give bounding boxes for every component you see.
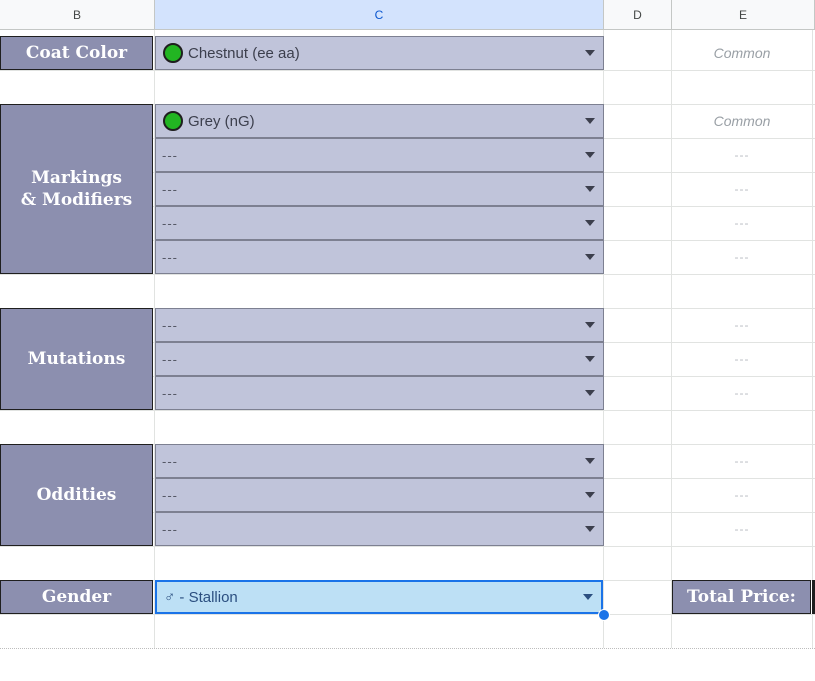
- fill-handle[interactable]: [598, 609, 610, 621]
- coat-color-dropdown[interactable]: Chestnut (ee aa): [155, 36, 604, 70]
- dropdown-value: ---: [162, 147, 178, 163]
- dropdown-value: ---: [162, 521, 178, 537]
- mutations-dropdown-3[interactable]: ---: [155, 376, 604, 410]
- rarity-cell: ---: [734, 386, 750, 400]
- gender-dropdown[interactable]: ♂ - Stallion: [155, 580, 603, 614]
- dropdown-value: ---: [162, 249, 178, 265]
- markings-dropdown-1[interactable]: Grey (nG): [155, 104, 604, 138]
- dropdown-value: ---: [162, 215, 178, 231]
- oddities-label: Oddities: [0, 444, 153, 546]
- dropdown-arrow-icon[interactable]: [585, 322, 595, 328]
- rarity-cell: Common: [713, 45, 771, 61]
- rarity-cell: Common: [713, 113, 771, 129]
- dropdown-arrow-icon[interactable]: [585, 50, 595, 56]
- rarity-cell: ---: [734, 454, 750, 468]
- markings-dropdown-4[interactable]: ---: [155, 206, 604, 240]
- column-header-e[interactable]: E: [672, 0, 815, 30]
- rarity-cell: ---: [734, 352, 750, 366]
- mutations-dropdown-2[interactable]: ---: [155, 342, 604, 376]
- dropdown-value: ---: [162, 385, 178, 401]
- dropdown-arrow-icon[interactable]: [585, 356, 595, 362]
- dropdown-value: ---: [162, 453, 178, 469]
- dropdown-arrow-icon[interactable]: [585, 458, 595, 464]
- dropdown-arrow-icon[interactable]: [585, 118, 595, 124]
- mutations-dropdown-1[interactable]: ---: [155, 308, 604, 342]
- oddities-dropdown-1[interactable]: ---: [155, 444, 604, 478]
- gender-label: Gender: [0, 580, 153, 614]
- status-dot-icon: [163, 43, 183, 63]
- dropdown-value: ---: [162, 181, 178, 197]
- dropdown-value: Grey (nG): [188, 112, 255, 130]
- column-header-b[interactable]: B: [0, 0, 155, 30]
- markings-dropdown-3[interactable]: ---: [155, 172, 604, 206]
- dropdown-arrow-icon[interactable]: [585, 220, 595, 226]
- rarity-cell: ---: [734, 318, 750, 332]
- markings-dropdown-2[interactable]: ---: [155, 138, 604, 172]
- rarity-cell: ---: [734, 522, 750, 536]
- dropdown-arrow-icon[interactable]: [583, 594, 593, 600]
- mutations-label: Mutations: [0, 308, 153, 410]
- dropdown-value: ---: [162, 351, 178, 367]
- total-price-label: Total Price:: [672, 580, 811, 614]
- dropdown-arrow-icon[interactable]: [585, 492, 595, 498]
- rarity-cell: ---: [734, 488, 750, 502]
- dropdown-arrow-icon[interactable]: [585, 254, 595, 260]
- column-header-c[interactable]: C: [155, 0, 604, 30]
- rarity-cell: ---: [734, 216, 750, 230]
- dropdown-arrow-icon[interactable]: [585, 186, 595, 192]
- oddities-dropdown-3[interactable]: ---: [155, 512, 604, 546]
- dropdown-value: Chestnut (ee aa): [188, 44, 300, 62]
- rarity-cell: ---: [734, 182, 750, 196]
- status-dot-icon: [163, 111, 183, 131]
- coat-color-label: Coat Color: [0, 36, 153, 70]
- dropdown-arrow-icon[interactable]: [585, 152, 595, 158]
- rarity-cell: ---: [734, 250, 750, 264]
- dropdown-arrow-icon[interactable]: [585, 390, 595, 396]
- markings-modifiers-label: Markings & Modifiers: [0, 104, 153, 274]
- dropdown-arrow-icon[interactable]: [585, 526, 595, 532]
- dropdown-value: ♂ - Stallion: [164, 588, 238, 606]
- rarity-cell: ---: [734, 148, 750, 162]
- column-header-d[interactable]: D: [604, 0, 672, 30]
- oddities-dropdown-2[interactable]: ---: [155, 478, 604, 512]
- dropdown-value: ---: [162, 317, 178, 333]
- markings-dropdown-5[interactable]: ---: [155, 240, 604, 274]
- page-break-line: [0, 648, 815, 649]
- dropdown-value: ---: [162, 487, 178, 503]
